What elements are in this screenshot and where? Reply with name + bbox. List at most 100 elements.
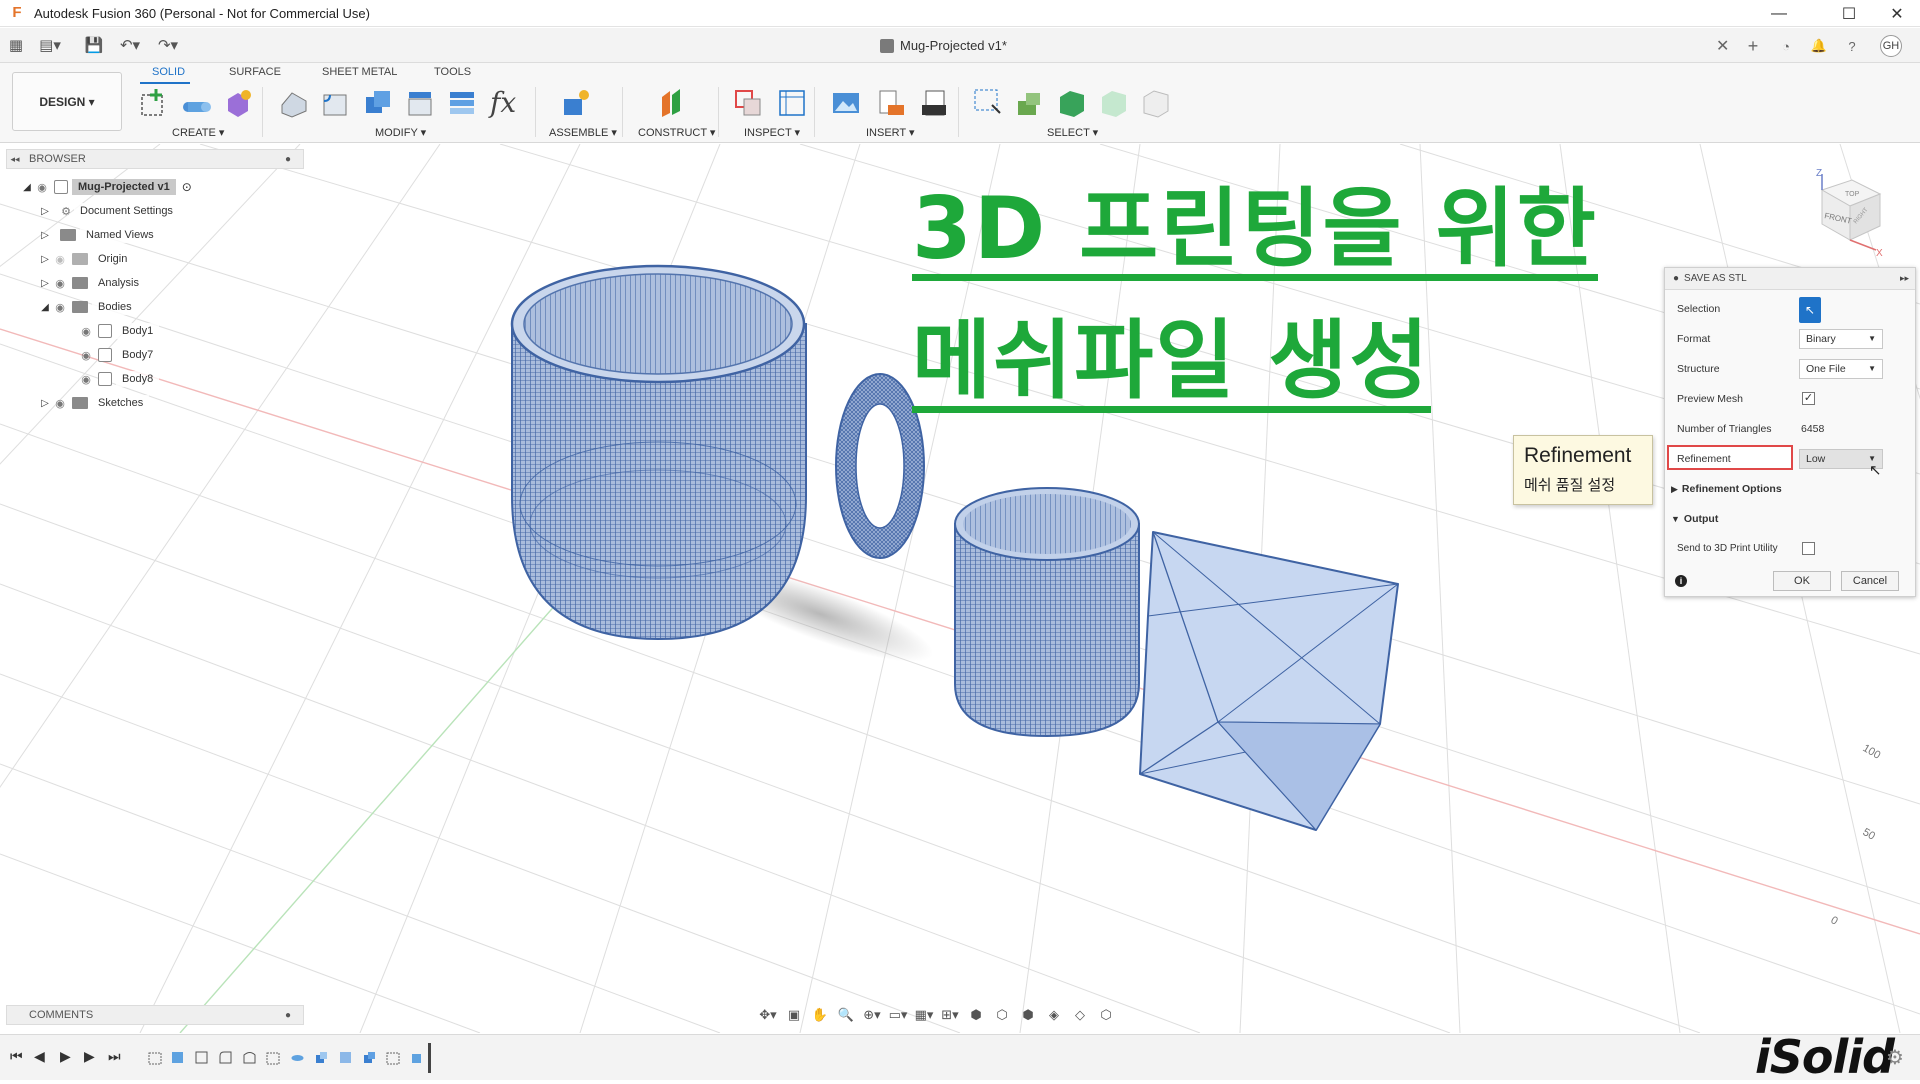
step-back-icon[interactable]: ◀ xyxy=(34,1048,45,1065)
file-menu-icon[interactable]: ▤▾ xyxy=(38,35,62,55)
preview-mesh-checkbox[interactable]: ✓ xyxy=(1802,392,1815,405)
eye-icon[interactable]: ◉ xyxy=(52,397,68,410)
parameters-icon[interactable]: fx xyxy=(490,87,522,119)
wireframe-hidden-icon[interactable]: ◇ xyxy=(1068,1007,1092,1023)
viewports-icon[interactable]: ⊞▾ xyxy=(938,1007,962,1023)
measure-icon[interactable] xyxy=(732,87,764,119)
cube-mesh-body[interactable] xyxy=(1139,531,1399,831)
window-select-icon[interactable] xyxy=(972,87,1004,119)
collapse-triangle-icon[interactable]: ◢ xyxy=(38,302,52,313)
display-settings-icon[interactable]: ▭▾ xyxy=(886,1007,910,1023)
new-tab-icon[interactable]: + xyxy=(1742,35,1764,57)
orbit-icon[interactable]: ✥▾ xyxy=(756,1007,780,1023)
eye-icon[interactable]: ◉ xyxy=(52,277,68,290)
close-tab-icon[interactable]: ✕ xyxy=(1716,36,1729,56)
close-window-button[interactable]: ✕ xyxy=(1874,0,1920,27)
expand-triangle-icon[interactable]: ▷ xyxy=(38,254,52,265)
comments-panel-header[interactable]: COMMENTS ● xyxy=(6,1005,304,1025)
timeline-sketch-icon[interactable] xyxy=(266,1050,281,1065)
shell-icon[interactable] xyxy=(404,87,436,119)
select-group-label[interactable]: SELECT ▾ xyxy=(1047,126,1098,139)
tab-solid[interactable]: SOLID xyxy=(152,66,185,78)
timeline-split-icon[interactable] xyxy=(338,1050,353,1065)
insert-group-label[interactable]: INSERT ▾ xyxy=(866,126,915,139)
help-icon[interactable]: ? xyxy=(1841,35,1863,57)
comments-add-icon[interactable]: ● xyxy=(285,1010,291,1021)
joint-icon[interactable] xyxy=(560,87,592,119)
create-sketch-icon[interactable] xyxy=(138,87,170,119)
view-cube[interactable]: TOP FRONT RIGHT Z X xyxy=(1808,168,1888,258)
hidden-edges-icon[interactable]: ⬢ xyxy=(1016,1007,1040,1023)
tree-item-bodies[interactable]: ◢ ◉ Bodies xyxy=(38,297,138,317)
job-status-icon[interactable]: ◔ xyxy=(1775,35,1797,57)
zoom-icon[interactable]: 🔍 xyxy=(834,1007,858,1023)
construct-group-label[interactable]: CONSTRUCT ▾ xyxy=(638,126,715,139)
modify-group-label[interactable]: MODIFY ▾ xyxy=(375,126,426,139)
combine-icon[interactable] xyxy=(362,87,394,119)
split-body-icon[interactable] xyxy=(446,87,478,119)
refinement-options-section[interactable]: ▶ Refinement Options xyxy=(1671,483,1782,495)
cylinder-mesh-body[interactable] xyxy=(954,487,1140,738)
send-3d-print-checkbox[interactable] xyxy=(1802,542,1815,555)
mug-mesh-body[interactable] xyxy=(510,264,925,641)
select-body-icon[interactable] xyxy=(1056,87,1088,119)
inspect-group-label[interactable]: INSPECT ▾ xyxy=(744,126,800,139)
tree-item-origin[interactable]: ▷ ◉ Origin xyxy=(38,249,134,269)
insert-mcmaster-icon[interactable] xyxy=(874,87,906,119)
app-grid-icon[interactable]: ▦ xyxy=(4,35,28,55)
select-priority-icon[interactable] xyxy=(1014,87,1046,119)
insert-dxf-icon[interactable] xyxy=(918,87,950,119)
shaded-icon[interactable]: ⬢ xyxy=(964,1007,988,1023)
eye-icon[interactable]: ◉ xyxy=(78,325,94,338)
cancel-button[interactable]: Cancel xyxy=(1841,571,1899,591)
extrude-icon[interactable] xyxy=(180,87,212,119)
expand-triangle-icon[interactable]: ▷ xyxy=(38,398,52,409)
tree-item-analysis[interactable]: ▷ ◉ Analysis xyxy=(38,273,145,293)
tree-item-named-views[interactable]: ▷ Named Views xyxy=(38,225,160,245)
info-icon[interactable]: i xyxy=(1675,575,1687,587)
output-section[interactable]: ▼ Output xyxy=(1671,513,1718,525)
timeline-extrude-icon[interactable] xyxy=(170,1050,185,1065)
offset-plane-icon[interactable] xyxy=(656,87,688,119)
activate-radio-icon[interactable]: ⊙ xyxy=(182,180,192,194)
timeline-combine-icon[interactable] xyxy=(314,1050,329,1065)
timeline-combine-icon[interactable] xyxy=(362,1050,377,1065)
select-edge-icon[interactable] xyxy=(1140,87,1172,119)
fit-icon[interactable]: ⊕▾ xyxy=(860,1007,884,1023)
eye-icon[interactable]: ◉ xyxy=(78,349,94,362)
save-icon[interactable]: 💾 xyxy=(82,35,106,55)
browser-panel-header[interactable]: ◂◂ BROWSER ● xyxy=(6,149,304,169)
timeline-sweep-icon[interactable] xyxy=(290,1050,305,1065)
expand-triangle-icon[interactable]: ▷ xyxy=(38,278,52,289)
eye-icon[interactable]: ◉ xyxy=(52,301,68,314)
collapse-browser-icon[interactable]: ◂◂ xyxy=(7,154,23,165)
browser-options-icon[interactable]: ● xyxy=(285,154,291,165)
go-to-start-icon[interactable]: ⏮ xyxy=(10,1048,23,1065)
timeline-shell-icon[interactable] xyxy=(194,1050,209,1065)
fillet-icon[interactable] xyxy=(320,87,352,119)
collapse-triangle-icon[interactable]: ◢ xyxy=(20,182,34,193)
undo-icon[interactable]: ↶▾ xyxy=(118,35,142,55)
timeline-settings-gear-icon[interactable]: ⚙ xyxy=(1886,1045,1904,1070)
pan-icon[interactable]: ✋ xyxy=(808,1007,832,1023)
expand-triangle-icon[interactable]: ▷ xyxy=(38,230,52,241)
timeline-project-icon[interactable] xyxy=(386,1050,401,1065)
tab-surface[interactable]: SURFACE xyxy=(229,66,281,78)
ok-button[interactable]: OK xyxy=(1773,571,1831,591)
expand-dialog-icon[interactable]: ▸▸ xyxy=(1900,273,1909,284)
timeline-fillet-icon[interactable] xyxy=(218,1050,233,1065)
workspace-switcher[interactable]: DESIGN ▾ xyxy=(12,72,122,131)
expand-triangle-icon[interactable]: ▷ xyxy=(38,206,52,217)
timeline-body-icon[interactable] xyxy=(410,1050,425,1065)
wireframe-icon[interactable]: ◈ xyxy=(1042,1007,1066,1023)
format-dropdown[interactable]: Binary ▼ xyxy=(1799,329,1883,349)
tree-item-document-settings[interactable]: ▷ ⚙ Document Settings xyxy=(38,201,179,221)
grid-settings-icon[interactable]: ▦▾ xyxy=(912,1007,936,1023)
play-icon[interactable]: ▶ xyxy=(60,1048,71,1065)
shaded-edges-icon[interactable]: ⬡ xyxy=(990,1007,1014,1023)
tree-item-body1[interactable]: ◉ Body1 xyxy=(78,321,160,341)
tree-item-sketches[interactable]: ▷ ◉ Sketches xyxy=(38,393,150,413)
selection-pointer-button[interactable]: ↖ xyxy=(1799,297,1821,323)
timeline-revolve-icon[interactable] xyxy=(242,1050,257,1065)
notifications-icon[interactable]: 🔔 xyxy=(1808,35,1830,57)
